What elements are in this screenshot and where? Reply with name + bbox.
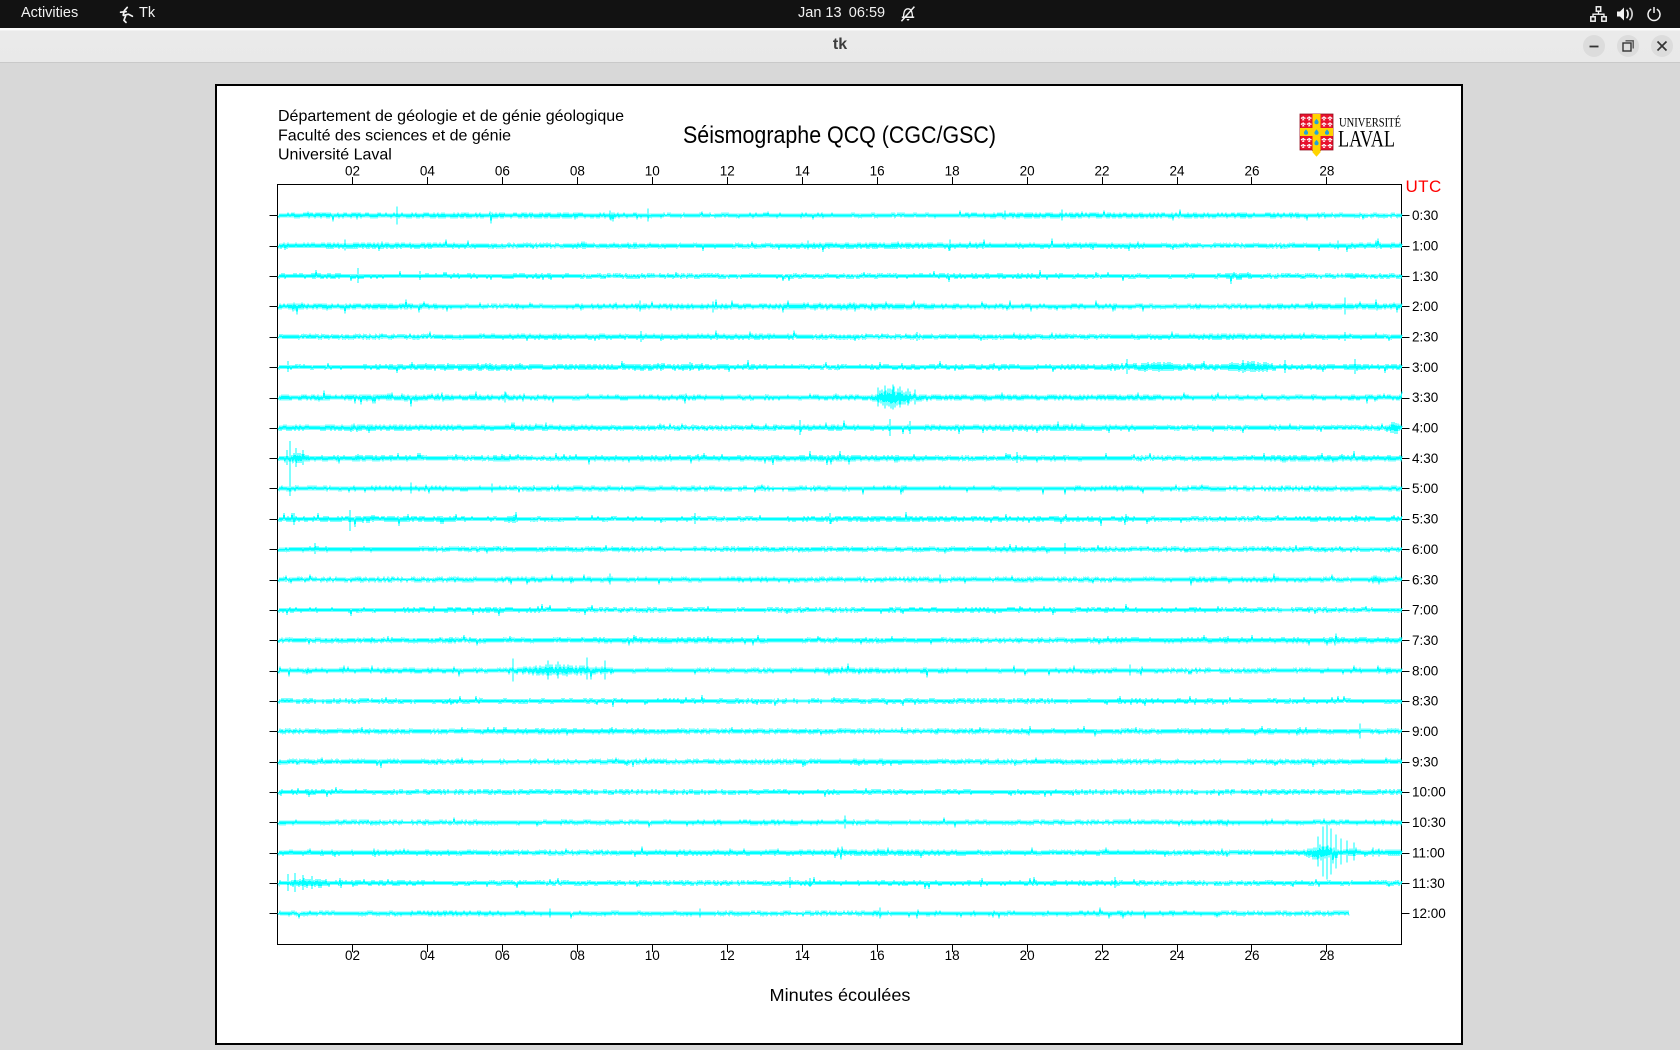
svg-text:Faculté des sciences et de gén: Faculté des sciences et de génie [278, 127, 511, 144]
svg-text:4:00: 4:00 [1412, 421, 1438, 436]
svg-text:11:30: 11:30 [1412, 876, 1445, 891]
svg-text:0:30: 0:30 [1412, 208, 1438, 223]
svg-text:06: 06 [495, 164, 510, 179]
svg-text:Séismographe QCQ (CGC/GSC): Séismographe QCQ (CGC/GSC) [683, 122, 996, 149]
svg-text:08: 08 [570, 948, 585, 963]
svg-text:LAVAL: LAVAL [1338, 127, 1395, 153]
svg-text:5:30: 5:30 [1412, 512, 1438, 527]
svg-text:26: 26 [1244, 948, 1259, 963]
svg-text:6:30: 6:30 [1412, 572, 1438, 587]
svg-text:3:30: 3:30 [1412, 390, 1438, 405]
svg-text:02: 02 [345, 164, 360, 179]
svg-text:8:00: 8:00 [1412, 663, 1438, 678]
svg-text:10:00: 10:00 [1412, 785, 1446, 800]
svg-text:7:00: 7:00 [1412, 603, 1438, 618]
svg-text:Université Laval: Université Laval [278, 147, 392, 164]
svg-text:5:00: 5:00 [1412, 481, 1438, 496]
svg-text:14: 14 [795, 948, 811, 963]
svg-text:12: 12 [720, 164, 735, 179]
svg-text:24: 24 [1170, 164, 1186, 179]
svg-text:4:30: 4:30 [1412, 451, 1438, 466]
svg-text:28: 28 [1319, 164, 1334, 179]
svg-text:11:00: 11:00 [1412, 845, 1445, 860]
svg-text:2:30: 2:30 [1412, 330, 1438, 345]
svg-text:9:30: 9:30 [1412, 754, 1438, 769]
svg-text:20: 20 [1020, 948, 1035, 963]
svg-text:Minutes écoulées: Minutes écoulées [770, 985, 911, 1005]
svg-text:Département de géologie et de: Département de géologie et de génie géol… [278, 108, 624, 125]
svg-text:2:00: 2:00 [1412, 299, 1438, 314]
svg-text:10: 10 [645, 164, 660, 179]
svg-text:1:00: 1:00 [1412, 238, 1438, 253]
svg-text:06: 06 [495, 948, 510, 963]
svg-text:16: 16 [870, 164, 885, 179]
svg-text:26: 26 [1244, 164, 1259, 179]
svg-text:04: 04 [420, 948, 436, 963]
svg-text:16: 16 [870, 948, 885, 963]
svg-text:12:00: 12:00 [1412, 906, 1446, 921]
svg-text:04: 04 [420, 164, 436, 179]
svg-text:3:00: 3:00 [1412, 360, 1438, 375]
svg-text:1:30: 1:30 [1412, 269, 1438, 284]
svg-text:22: 22 [1095, 164, 1110, 179]
svg-text:28: 28 [1319, 948, 1334, 963]
svg-text:9:00: 9:00 [1412, 724, 1438, 739]
svg-text:20: 20 [1020, 164, 1035, 179]
svg-text:10:30: 10:30 [1412, 815, 1446, 830]
svg-text:24: 24 [1170, 948, 1186, 963]
svg-text:18: 18 [945, 948, 960, 963]
svg-text:10: 10 [645, 948, 660, 963]
svg-text:02: 02 [345, 948, 360, 963]
svg-text:14: 14 [795, 164, 811, 179]
svg-text:6:00: 6:00 [1412, 542, 1438, 557]
svg-text:18: 18 [945, 164, 960, 179]
svg-text:8:30: 8:30 [1412, 694, 1438, 709]
svg-text:UTC: UTC [1406, 177, 1442, 196]
svg-text:08: 08 [570, 164, 585, 179]
svg-text:22: 22 [1095, 948, 1110, 963]
svg-text:7:30: 7:30 [1412, 633, 1438, 648]
svg-text:12: 12 [720, 948, 735, 963]
